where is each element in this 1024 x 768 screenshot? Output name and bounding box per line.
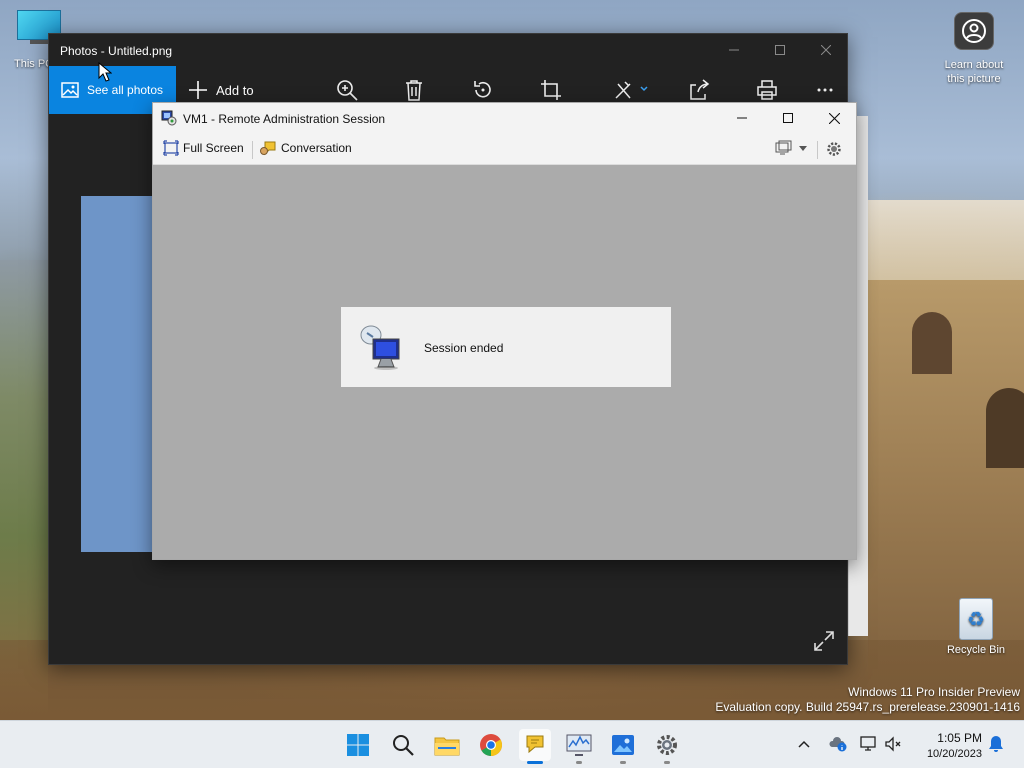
taskbar: 1:05 PM 10/20/2023 <box>0 720 1024 768</box>
desktop-icon-recycle-bin[interactable]: ♻ Recycle Bin <box>940 598 1012 656</box>
onedrive-status-button[interactable] <box>828 735 848 758</box>
mouse-cursor-icon <box>98 62 112 82</box>
edit-dropdown-icon[interactable] <box>611 78 651 102</box>
start-button[interactable] <box>342 729 374 761</box>
watermark-line: Windows 11 Pro Insider Preview <box>848 685 1020 699</box>
speaker-muted-icon <box>885 736 901 752</box>
network-icon <box>860 736 876 751</box>
full-screen-icon <box>163 140 179 156</box>
taskbar-remote-session[interactable] <box>519 729 551 761</box>
cloud-info-icon <box>829 737 847 752</box>
chart-monitor-icon <box>566 734 592 756</box>
wallpaper-town <box>868 200 1024 280</box>
gallery-icon <box>61 82 79 98</box>
clock-date: 10/20/2023 <box>926 748 982 760</box>
window-title: VM1 - Remote Administration Session <box>183 112 386 126</box>
monitor-stand <box>30 40 48 44</box>
desktop-icon-label: This PC <box>14 58 48 70</box>
full-screen-button[interactable]: Full Screen <box>163 140 244 156</box>
session-status-panel: Session ended <box>341 307 671 387</box>
clock-time: 1:05 PM <box>937 731 982 745</box>
close-button[interactable] <box>811 103 857 133</box>
network-status-button[interactable] <box>860 735 878 758</box>
share-icon[interactable] <box>687 78 711 102</box>
chevron-down-icon <box>799 145 807 151</box>
search-button[interactable] <box>387 729 419 761</box>
taskbar-chrome[interactable] <box>475 729 507 761</box>
window-title: Photos - Untitled.png <box>60 44 173 58</box>
more-options-icon[interactable] <box>813 78 837 102</box>
running-app-indicator <box>576 761 582 764</box>
remote-session-app-icon <box>161 110 177 126</box>
photos-app-icon <box>612 735 634 755</box>
monitor-icon <box>775 140 792 155</box>
conversation-label: Conversation <box>281 141 352 155</box>
add-to-label: Add to <box>216 82 254 98</box>
maximize-button[interactable] <box>765 103 811 133</box>
remote-computer-icon <box>360 325 400 370</box>
see-all-photos-label: See all photos <box>87 83 164 97</box>
desktop-icon-label: Recycle Bin <box>946 644 1006 656</box>
search-icon <box>393 735 414 756</box>
zoom-in-icon[interactable] <box>335 78 359 102</box>
chat-bubble-icon <box>526 735 544 754</box>
notifications-button[interactable] <box>988 735 1004 758</box>
remote-session-viewport[interactable]: Session ended <box>153 165 856 559</box>
minimize-button[interactable] <box>711 34 757 66</box>
session-status-message: Session ended <box>424 341 504 355</box>
wallpaper-arch <box>912 312 952 374</box>
desktop-icon-label: Learn about this picture <box>944 59 1004 85</box>
toolbar-divider <box>817 141 818 159</box>
taskbar-performance-monitor[interactable] <box>563 729 595 761</box>
windows-watermark: Windows 11 Pro Insider Preview Evaluatio… <box>715 685 1020 715</box>
recycle-bin-icon: ♻ <box>959 598 993 640</box>
expand-icon[interactable] <box>813 630 835 652</box>
maximize-icon <box>783 113 793 123</box>
minimize-icon <box>729 49 739 51</box>
minimize-button[interactable] <box>719 103 765 133</box>
remote-session-toolbar: Full Screen Conversation <box>153 133 856 165</box>
bell-icon <box>989 736 1003 752</box>
rotate-icon[interactable] <box>471 78 495 102</box>
chrome-icon <box>480 734 502 756</box>
close-icon <box>821 45 831 55</box>
camera-info-icon <box>954 12 994 50</box>
close-button[interactable] <box>803 34 849 66</box>
print-icon[interactable] <box>755 78 779 102</box>
settings-button[interactable] <box>825 140 843 161</box>
photos-titlebar[interactable]: Photos - Untitled.png <box>49 34 847 66</box>
conversation-icon <box>260 141 276 156</box>
windows-logo-icon <box>347 734 369 756</box>
watermark-line: Evaluation copy. Build 25947.rs_prerelea… <box>715 700 1020 714</box>
taskbar-settings[interactable] <box>651 729 683 761</box>
maximize-icon <box>775 45 785 55</box>
running-app-indicator <box>664 761 670 764</box>
folder-icon <box>434 737 460 756</box>
desktop-icon-learn-about-picture[interactable]: Learn about this picture <box>938 12 1010 86</box>
toolbar-divider <box>252 141 253 159</box>
gear-icon <box>827 142 841 156</box>
taskbar-clock[interactable]: 1:05 PM 10/20/2023 <box>912 730 982 762</box>
taskbar-file-explorer[interactable] <box>431 729 463 761</box>
show-hidden-icons-button[interactable] <box>798 737 810 751</box>
volume-button[interactable] <box>884 735 902 758</box>
chevron-up-icon <box>798 740 810 748</box>
running-app-indicator <box>620 761 626 764</box>
taskbar-photos[interactable] <box>607 729 639 761</box>
remote-session-window: VM1 - Remote Administration Session Full… <box>152 102 857 560</box>
crop-icon[interactable] <box>539 78 563 102</box>
delete-icon[interactable] <box>402 78 426 102</box>
display-options-button[interactable] <box>775 140 807 156</box>
maximize-button[interactable] <box>757 34 803 66</box>
wallpaper-arch <box>986 388 1024 468</box>
plus-icon <box>189 81 207 99</box>
conversation-button[interactable]: Conversation <box>259 140 352 156</box>
remote-session-titlebar[interactable]: VM1 - Remote Administration Session <box>153 103 856 133</box>
gear-icon <box>657 735 677 755</box>
full-screen-label: Full Screen <box>183 141 244 155</box>
close-icon <box>828 112 840 124</box>
minimize-icon <box>737 117 747 119</box>
active-app-indicator <box>527 761 543 764</box>
